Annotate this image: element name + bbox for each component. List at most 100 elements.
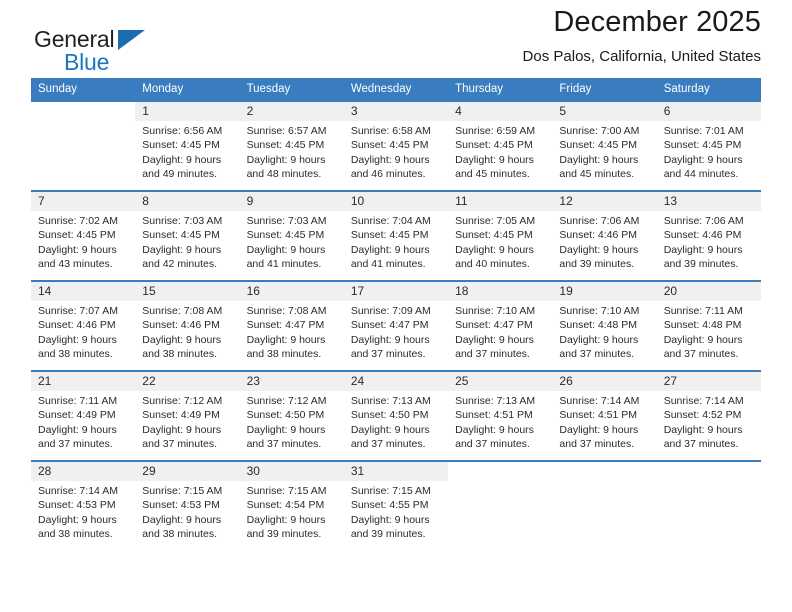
calendar-day-cell-empty (656, 460, 761, 549)
weekday-header-monday: Monday (135, 78, 240, 101)
day-details: Sunrise: 7:11 AM Sunset: 4:49 PM Daylight:… (31, 391, 135, 452)
calendar-day-cell[interactable]: 20 Sunrise: 7:11 AM Sunset: 4:48 PM Dayligh… (656, 280, 761, 371)
daylight-duration-line1: Daylight: 9 hours (350, 513, 430, 526)
sunset-time: Sunset: 4:45 PM (142, 139, 220, 152)
sunset-time: Sunset: 4:51 PM (559, 409, 638, 422)
calendar-day-cell[interactable]: 16 Sunrise: 7:08 AM Sunset: 4:47 PM Dayligh… (239, 280, 344, 371)
daylight-duration-line1: Daylight: 9 hours (246, 333, 326, 346)
general-blue-logo[interactable]: General Blue (34, 26, 164, 75)
weekday-header-tuesday: Tuesday (239, 78, 344, 101)
calendar-day-cell[interactable]: 3 Sunrise: 6:58 AM Sunset: 4:45 PM Daylight… (343, 100, 449, 191)
day-number: 15 (135, 282, 240, 301)
day-number: 21 (31, 372, 136, 391)
day-number: 16 (239, 282, 344, 301)
sunrise-time: Sunrise: 7:09 AM (350, 305, 431, 317)
calendar-day-cell[interactable]: 7 Sunrise: 7:02 AM Sunset: 4:45 PM Daylight… (31, 190, 136, 281)
day-details: Sunrise: 7:04 AM Sunset: 4:45 PM Daylight:… (344, 211, 448, 272)
sunset-time: Sunset: 4:46 PM (663, 229, 742, 242)
calendar-grid: Sunday Monday Tuesday Wednesday Thursday… (31, 78, 761, 549)
calendar-day-cell[interactable]: 18 Sunrise: 7:10 AM Sunset: 4:47 PM Dayligh… (448, 280, 553, 371)
blue-triangle-flag-icon (118, 30, 145, 50)
day-number: 3 (343, 102, 449, 121)
sunrise-time: Sunrise: 7:15 AM (142, 485, 223, 497)
calendar-day-cell[interactable]: 21 Sunrise: 7:11 AM Sunset: 4:49 PM Dayligh… (31, 370, 136, 461)
sunset-time: Sunset: 4:45 PM (350, 229, 429, 242)
calendar-day-cell[interactable]: 26 Sunrise: 7:14 AM Sunset: 4:51 PM Dayligh… (552, 370, 657, 461)
sunrise-time: Sunrise: 7:13 AM (350, 395, 431, 407)
day-number: 28 (31, 462, 136, 481)
daylight-duration-line1: Daylight: 9 hours (142, 243, 222, 256)
day-number: 13 (656, 192, 761, 211)
daylight-duration-line1: Daylight: 9 hours (246, 243, 326, 256)
day-details: Sunrise: 6:56 AM Sunset: 4:45 PM Daylight:… (135, 121, 239, 182)
calendar-day-cell[interactable]: 28 Sunrise: 7:14 AM Sunset: 4:53 PM Dayligh… (31, 460, 136, 549)
day-number: 7 (31, 192, 136, 211)
sunrise-time: Sunrise: 7:14 AM (38, 485, 118, 497)
calendar-day-cell[interactable]: 9 Sunrise: 7:03 AM Sunset: 4:45 PM Daylight… (239, 190, 344, 281)
daylight-duration-line2: and 38 minutes. (38, 348, 113, 361)
day-number: 19 (552, 282, 657, 301)
daylight-duration-line2: and 41 minutes. (246, 258, 322, 271)
calendar-day-cell[interactable]: 8 Sunrise: 7:03 AM Sunset: 4:45 PM Daylight… (135, 190, 240, 281)
daylight-duration-line1: Daylight: 9 hours (246, 423, 326, 436)
weekday-header-friday: Friday (552, 78, 657, 101)
day-details: Sunrise: 7:00 AM Sunset: 4:45 PM Daylight:… (552, 121, 656, 182)
calendar-day-cell[interactable]: 5 Sunrise: 7:00 AM Sunset: 4:45 PM Daylight… (552, 100, 657, 191)
sunset-time: Sunset: 4:50 PM (350, 409, 429, 422)
day-details: Sunrise: 7:15 AM Sunset: 4:55 PM Daylight:… (344, 481, 448, 542)
sunrise-time: Sunrise: 7:10 AM (455, 305, 536, 317)
calendar-day-cell[interactable]: 13 Sunrise: 7:06 AM Sunset: 4:46 PM Dayligh… (656, 190, 761, 281)
sunrise-time: Sunrise: 7:01 AM (663, 125, 744, 137)
daylight-duration-line2: and 37 minutes. (663, 348, 739, 361)
calendar-day-cell[interactable]: 10 Sunrise: 7:04 AM Sunset: 4:45 PM Dayligh… (343, 190, 449, 281)
day-number: 25 (448, 372, 553, 391)
calendar-day-cell[interactable]: 11 Sunrise: 7:05 AM Sunset: 4:45 PM Dayligh… (448, 190, 553, 281)
daylight-duration-line1: Daylight: 9 hours (559, 243, 639, 256)
calendar-page: General Blue December 2025 Dos Palos, Ca… (0, 0, 792, 612)
sunset-time: Sunset: 4:51 PM (455, 409, 533, 422)
sunrise-time: Sunrise: 7:13 AM (455, 395, 536, 407)
calendar-day-cell[interactable]: 23 Sunrise: 7:12 AM Sunset: 4:50 PM Dayligh… (239, 370, 344, 461)
day-details: Sunrise: 7:09 AM Sunset: 4:47 PM Daylight:… (344, 301, 448, 362)
daylight-duration-line2: and 39 minutes. (663, 258, 739, 271)
sunset-time: Sunset: 4:46 PM (38, 319, 116, 332)
calendar-day-cell[interactable]: 6 Sunrise: 7:01 AM Sunset: 4:45 PM Daylight… (656, 100, 761, 191)
calendar-day-cell[interactable]: 1 Sunrise: 6:56 AM Sunset: 4:45 PM Daylight… (135, 100, 240, 191)
calendar-day-cell[interactable]: 29 Sunrise: 7:15 AM Sunset: 4:53 PM Dayligh… (135, 460, 240, 549)
sunrise-time: Sunrise: 6:56 AM (142, 125, 223, 137)
calendar-day-cell[interactable]: 27 Sunrise: 7:14 AM Sunset: 4:52 PM Dayligh… (656, 370, 761, 461)
day-number: 22 (135, 372, 240, 391)
sunrise-time: Sunrise: 7:04 AM (350, 215, 431, 227)
page-header: General Blue December 2025 Dos Palos, Ca… (31, 0, 761, 78)
calendar-day-cell[interactable]: 17 Sunrise: 7:09 AM Sunset: 4:47 PM Dayligh… (343, 280, 449, 371)
daylight-duration-line2: and 48 minutes. (246, 168, 322, 181)
calendar-day-cell[interactable]: 19 Sunrise: 7:10 AM Sunset: 4:48 PM Dayligh… (552, 280, 657, 371)
weekday-header-sunday: Sunday (31, 78, 136, 101)
day-details: Sunrise: 7:07 AM Sunset: 4:46 PM Daylight:… (31, 301, 135, 362)
calendar-week-row: 1 Sunrise: 6:56 AM Sunset: 4:45 PM Daylight… (31, 100, 761, 191)
calendar-day-cell[interactable]: 14 Sunrise: 7:07 AM Sunset: 4:46 PM Dayligh… (31, 280, 136, 371)
daylight-duration-line2: and 39 minutes. (559, 258, 635, 271)
sunrise-time: Sunrise: 7:05 AM (455, 215, 536, 227)
logo-text-blue: Blue (64, 49, 110, 75)
daylight-duration-line1: Daylight: 9 hours (455, 243, 534, 256)
daylight-duration-line2: and 37 minutes. (455, 438, 530, 451)
calendar-day-cell[interactable]: 22 Sunrise: 7:12 AM Sunset: 4:49 PM Dayligh… (135, 370, 240, 461)
day-details: Sunrise: 7:08 AM Sunset: 4:46 PM Daylight:… (135, 301, 239, 362)
calendar-day-cell[interactable]: 12 Sunrise: 7:06 AM Sunset: 4:46 PM Dayligh… (552, 190, 657, 281)
day-number: 23 (239, 372, 344, 391)
calendar-day-cell-empty (31, 100, 136, 191)
calendar-day-cell[interactable]: 15 Sunrise: 7:08 AM Sunset: 4:46 PM Dayligh… (135, 280, 240, 371)
sunset-time: Sunset: 4:55 PM (350, 499, 429, 512)
sunrise-time: Sunrise: 7:10 AM (559, 305, 640, 317)
calendar-day-cell[interactable]: 4 Sunrise: 6:59 AM Sunset: 4:45 PM Daylight… (448, 100, 553, 191)
calendar-day-cell[interactable]: 24 Sunrise: 7:13 AM Sunset: 4:50 PM Dayligh… (343, 370, 449, 461)
sunrise-time: Sunrise: 7:15 AM (246, 485, 327, 497)
day-number: 1 (135, 102, 240, 121)
sunset-time: Sunset: 4:47 PM (455, 319, 533, 332)
daylight-duration-line1: Daylight: 9 hours (38, 243, 117, 256)
calendar-day-cell[interactable]: 25 Sunrise: 7:13 AM Sunset: 4:51 PM Dayligh… (448, 370, 553, 461)
calendar-day-cell[interactable]: 30 Sunrise: 7:15 AM Sunset: 4:54 PM Dayligh… (239, 460, 344, 549)
calendar-day-cell[interactable]: 2 Sunrise: 6:57 AM Sunset: 4:45 PM Daylight… (239, 100, 344, 191)
calendar-day-cell[interactable]: 31 Sunrise: 7:15 AM Sunset: 4:55 PM Dayligh… (343, 460, 449, 549)
